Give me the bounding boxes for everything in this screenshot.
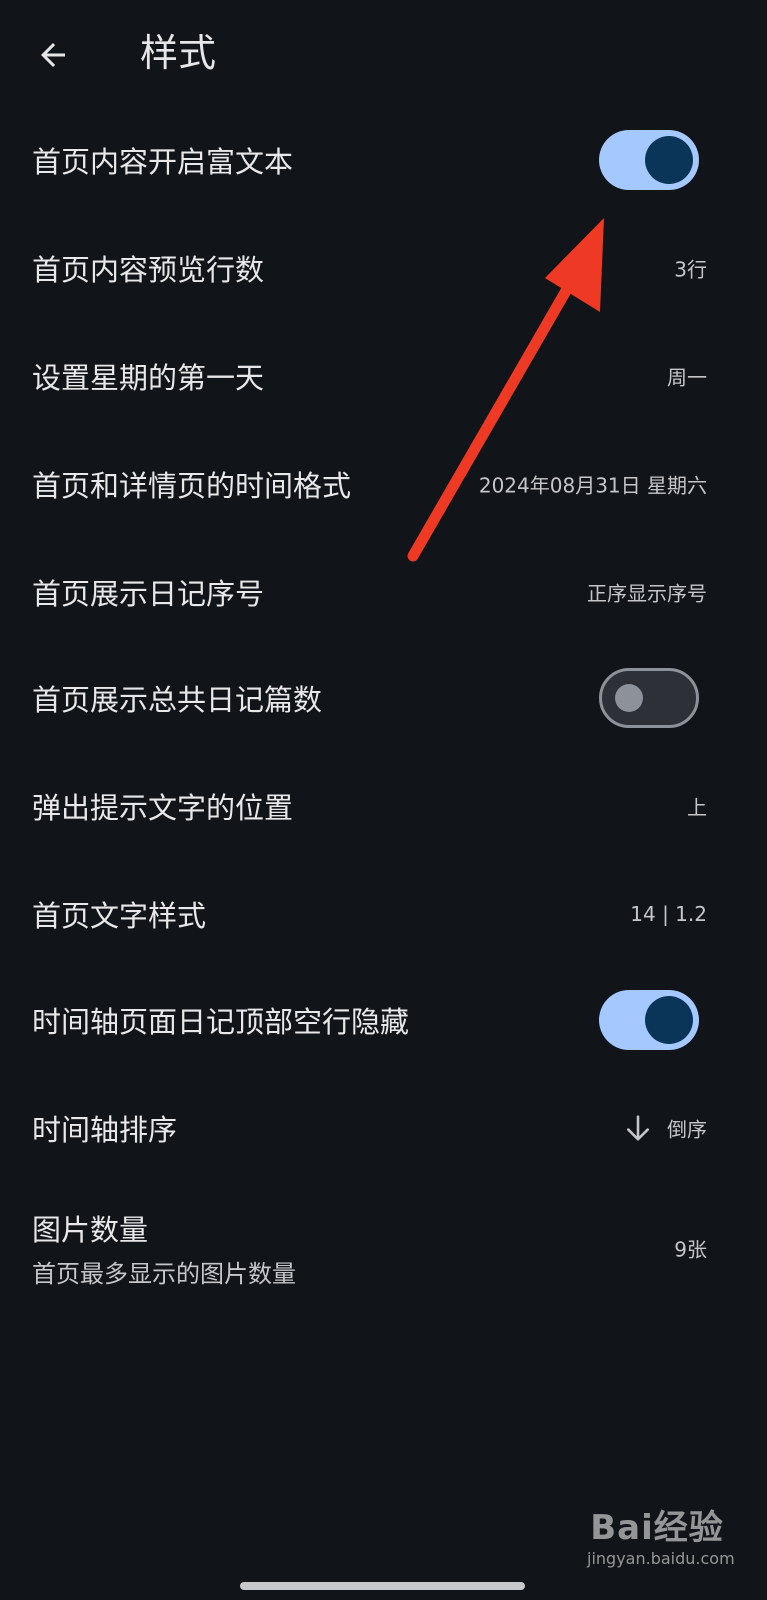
- setting-row-toast-position[interactable]: 弹出提示文字的位置 上: [0, 752, 767, 860]
- setting-value: 14 | 1.2: [630, 902, 707, 926]
- setting-row-image-count[interactable]: 图片数量 首页最多显示的图片数量 9张: [0, 1196, 767, 1300]
- setting-row-preview-lines[interactable]: 首页内容预览行数 3行: [0, 214, 767, 322]
- setting-row-diary-number[interactable]: 首页展示日记序号 正序显示序号: [0, 538, 767, 646]
- setting-label: 首页内容预览行数: [32, 253, 265, 287]
- setting-label: 设置星期的第一天: [32, 361, 265, 395]
- page-title: 样式: [140, 31, 217, 75]
- setting-label: 时间轴排序: [32, 1113, 178, 1147]
- setting-label: 首页文字样式: [32, 899, 207, 933]
- setting-value: 正序显示序号: [587, 581, 707, 606]
- setting-value: 2024年08月31日 星期六: [478, 473, 707, 498]
- setting-subtitle: 首页最多显示的图片数量: [32, 1260, 296, 1288]
- toggle-knob: [645, 136, 693, 184]
- arrow-down-icon: [627, 1114, 649, 1141]
- timeline-blank-toggle[interactable]: [599, 990, 699, 1050]
- setting-label: 首页展示日记序号: [32, 577, 265, 611]
- setting-label: 图片数量: [32, 1213, 149, 1247]
- total-count-toggle[interactable]: [599, 668, 699, 728]
- setting-value: 上: [687, 795, 707, 820]
- back-arrow-icon: [41, 43, 65, 67]
- setting-value: 9张: [674, 1237, 707, 1262]
- setting-label: 时间轴页面日记顶部空行隐藏: [32, 1005, 410, 1039]
- setting-value: 倒序: [667, 1117, 707, 1142]
- setting-label: 首页展示总共日记篇数: [32, 683, 323, 717]
- back-button[interactable]: [28, 30, 78, 80]
- sort-value: 倒序: [625, 1114, 707, 1143]
- setting-row-rich-text[interactable]: 首页内容开启富文本: [0, 106, 767, 214]
- rich-text-toggle[interactable]: [599, 130, 699, 190]
- setting-row-text-style[interactable]: 首页文字样式 14 | 1.2: [0, 860, 767, 968]
- setting-row-timeline-blank[interactable]: 时间轴页面日记顶部空行隐藏: [0, 966, 767, 1074]
- setting-value: 周一: [667, 365, 707, 390]
- setting-label: 首页内容开启富文本: [32, 145, 294, 179]
- setting-row-time-format[interactable]: 首页和详情页的时间格式 2024年08月31日 星期六: [0, 430, 767, 538]
- baidu-jingyan-watermark: Bai经验 jingyan.baidu.com: [587, 1500, 735, 1568]
- toggle-knob: [615, 684, 643, 712]
- setting-value: 3行: [674, 257, 707, 282]
- home-indicator[interactable]: [240, 1582, 525, 1590]
- watermark-url: jingyan.baidu.com: [587, 1549, 735, 1568]
- app-bar: 样式: [0, 0, 767, 108]
- toggle-knob: [645, 996, 693, 1044]
- setting-label: 弹出提示文字的位置: [32, 791, 294, 825]
- setting-row-week-start[interactable]: 设置星期的第一天 周一: [0, 322, 767, 430]
- setting-row-total-count[interactable]: 首页展示总共日记篇数: [0, 644, 767, 752]
- setting-row-timeline-sort[interactable]: 时间轴排序 倒序: [0, 1074, 767, 1182]
- watermark-brand: Bai经验: [590, 1508, 724, 1548]
- setting-label: 首页和详情页的时间格式: [32, 469, 352, 503]
